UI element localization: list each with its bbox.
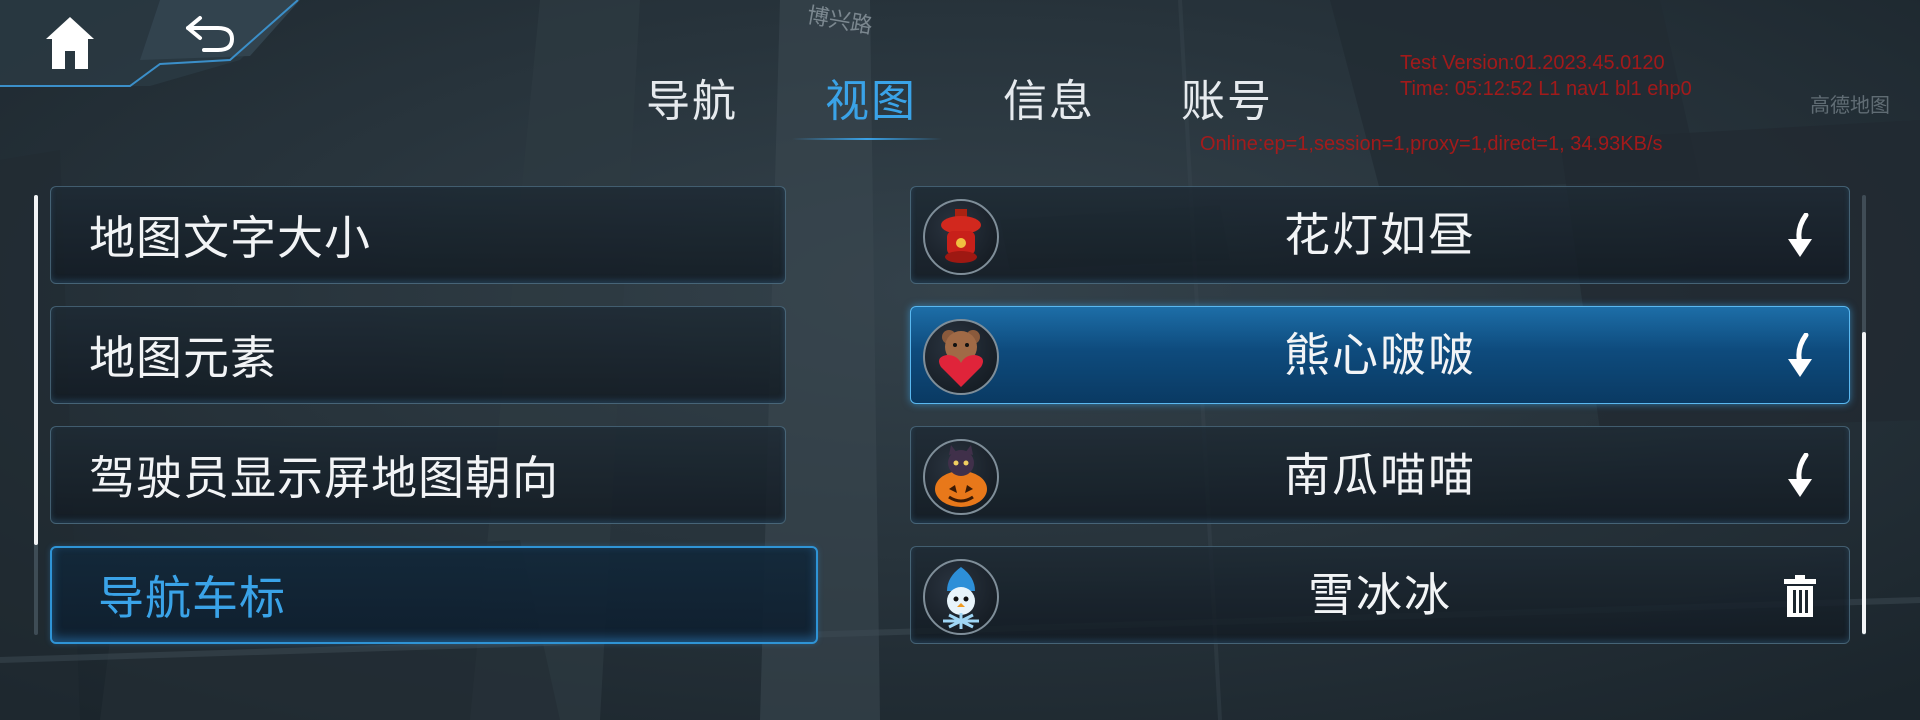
left-scroll-thumb[interactable] [34, 195, 38, 545]
car-icon-item-bear-heart[interactable]: 熊心啵啵 [910, 306, 1850, 404]
download-icon [1788, 213, 1812, 257]
debug-time-text: Time: 05:12:52 L1 nav1 bl1 ehp0 [1400, 78, 1692, 100]
tab-info[interactable]: 信息 [1003, 70, 1095, 134]
trash-icon [1784, 575, 1816, 617]
home-icon [46, 17, 94, 69]
download-button[interactable] [1773, 209, 1827, 263]
menu-item-label: 地图元素 [89, 331, 277, 385]
download-button[interactable] [1773, 329, 1827, 383]
debug-version-text: Test Version:01.2023.45.0120 [1400, 52, 1665, 74]
tab-view[interactable]: 视图 [825, 70, 917, 134]
snow-bird-icon [923, 559, 999, 635]
pumpkin-cat-icon [923, 439, 999, 515]
car-icon-item-snow-bird[interactable]: 雪冰冰 [910, 546, 1850, 644]
tab-account[interactable]: 账号 [1181, 70, 1273, 134]
menu-item-nav-car-icon[interactable]: 导航车标 [50, 546, 818, 644]
delete-button[interactable] [1773, 569, 1827, 623]
download-icon [1788, 453, 1812, 497]
car-icon-label: 熊心啵啵 [1284, 328, 1476, 382]
back-button[interactable] [170, 6, 250, 62]
home-button[interactable] [30, 8, 110, 78]
menu-item-label: 地图文字大小 [89, 211, 371, 265]
bear-heart-icon [923, 319, 999, 395]
menu-item-map-elements[interactable]: 地图元素 [50, 306, 786, 404]
active-tab-underline [792, 138, 942, 140]
menu-item-map-text-size[interactable]: 地图文字大小 [50, 186, 786, 284]
car-icon-item-pumpkin-cat[interactable]: 南瓜喵喵 [910, 426, 1850, 524]
menu-item-driver-display-orientation[interactable]: 驾驶员显示屏地图朝向 [50, 426, 786, 524]
lantern-icon [923, 199, 999, 275]
right-scroll-thumb[interactable] [1862, 332, 1866, 634]
car-icon-label: 南瓜喵喵 [1284, 448, 1476, 502]
car-icon-label: 雪冰冰 [1308, 568, 1452, 622]
back-arrow-icon [186, 16, 235, 52]
tab-navigation[interactable]: 导航 [646, 70, 738, 134]
download-icon [1788, 333, 1812, 377]
map-top-right-label: 高德地图 [1810, 93, 1890, 117]
car-icon-label: 花灯如昼 [1284, 208, 1476, 262]
download-button[interactable] [1773, 449, 1827, 503]
menu-item-label: 驾驶员显示屏地图朝向 [89, 451, 559, 505]
debug-online-text: Online:ep=1,session=1,proxy=1,direct=1, … [1200, 133, 1663, 155]
menu-item-label: 导航车标 [98, 571, 286, 625]
car-icon-item-lantern[interactable]: 花灯如昼 [910, 186, 1850, 284]
